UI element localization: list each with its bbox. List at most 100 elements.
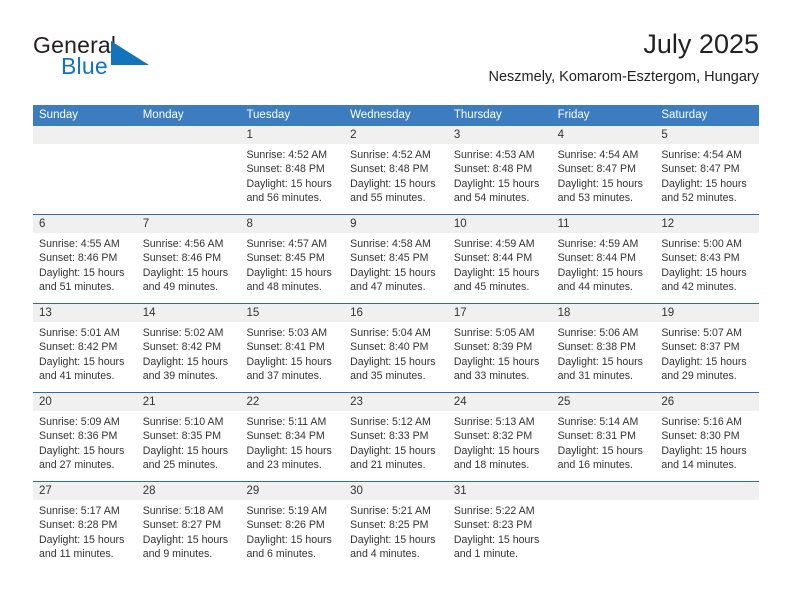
- day-detail-line: Daylight: 15 hours: [246, 266, 332, 279]
- day-detail-line: Daylight: 15 hours: [142, 533, 229, 546]
- day-detail-line: Sunrise: 5:13 AM: [453, 416, 535, 428]
- day-number[interactable]: 25: [552, 393, 656, 411]
- day-number[interactable]: 5: [655, 126, 759, 144]
- day-number[interactable]: 18: [552, 304, 656, 322]
- day-number[interactable]: 19: [655, 304, 759, 322]
- day-detail-line: Daylight: 15 hours: [142, 355, 229, 368]
- day-detail-line: Daylight: 15 hours: [142, 444, 229, 457]
- day-detail-line: Daylight: 15 hours: [661, 355, 747, 368]
- day-number[interactable]: 13: [33, 304, 137, 322]
- day-number[interactable]: 10: [448, 215, 552, 233]
- day-detail-line: Sunset: 8:44 PM: [453, 252, 533, 265]
- day-cell[interactable]: Sunrise: 5:21 AM Sunset: 8:25 PM Daylight:…: [344, 500, 448, 570]
- day-detail-line: Sunset: 8:27 PM: [142, 519, 222, 532]
- day-detail-line: and 6 minutes.: [246, 547, 316, 560]
- day-detail-line: Sunset: 8:46 PM: [142, 252, 222, 265]
- day-number[interactable]: 6: [33, 215, 137, 233]
- day-number[interactable]: 28: [137, 482, 241, 500]
- day-detail-line: Sunrise: 5:02 AM: [142, 327, 224, 339]
- day-number[interactable]: 2: [344, 126, 448, 144]
- day-cell[interactable]: Sunrise: 5:13 AM Sunset: 8:32 PM Daylight:…: [448, 411, 552, 481]
- day-cell[interactable]: Sunrise: 4:55 AM Sunset: 8:46 PM Daylight:…: [33, 233, 137, 303]
- day-cell[interactable]: Sunrise: 5:02 AM Sunset: 8:42 PM Daylight:…: [137, 322, 241, 392]
- day-number[interactable]: 22: [240, 393, 344, 411]
- day-cell[interactable]: Sunrise: 4:54 AM Sunset: 8:47 PM Daylight:…: [655, 144, 759, 214]
- day-number[interactable]: 21: [137, 393, 241, 411]
- day-detail-line: Sunset: 8:44 PM: [557, 252, 636, 265]
- day-detail-line: Daylight: 15 hours: [350, 444, 436, 457]
- day-cell[interactable]: Sunrise: 5:09 AM Sunset: 8:36 PM Daylight:…: [33, 411, 137, 481]
- day-cell[interactable]: Sunrise: 4:52 AM Sunset: 8:48 PM Daylight:…: [240, 144, 344, 214]
- day-number[interactable]: 31: [448, 482, 552, 500]
- day-cell[interactable]: Sunrise: 5:16 AM Sunset: 8:30 PM Daylight:…: [655, 411, 759, 481]
- day-cell[interactable]: Sunrise: 5:04 AM Sunset: 8:40 PM Daylight:…: [344, 322, 448, 392]
- calendar-week-row: 27 28 29 30 31 Sunrise: 5:17 AM Sunset: 8:28 P…: [33, 481, 759, 570]
- day-detail-line: and 42 minutes.: [661, 280, 737, 293]
- day-detail-line: Sunset: 8:38 PM: [557, 341, 636, 354]
- day-cell[interactable]: Sunrise: 4:52 AM Sunset: 8:48 PM Daylight:…: [344, 144, 448, 214]
- day-number[interactable]: 29: [240, 482, 344, 500]
- day-cell[interactable]: Sunrise: 5:10 AM Sunset: 8:35 PM Daylight:…: [137, 411, 241, 481]
- day-number[interactable]: 23: [344, 393, 448, 411]
- brand-name-blue: Blue: [61, 53, 108, 79]
- day-cell[interactable]: Sunrise: 5:22 AM Sunset: 8:23 PM Daylight:…: [448, 500, 552, 570]
- weekday-header-sunday: Sunday: [39, 109, 79, 121]
- day-cell[interactable]: Sunrise: 5:19 AM Sunset: 8:26 PM Daylight:…: [240, 500, 344, 570]
- day-number-band: 27 28 29 30 31: [33, 482, 759, 500]
- day-detail-line: and 18 minutes.: [453, 458, 530, 471]
- day-detail-line: Sunrise: 4:56 AM: [142, 238, 224, 250]
- day-cell[interactable]: Sunrise: 5:07 AM Sunset: 8:37 PM Daylight:…: [655, 322, 759, 392]
- day-number[interactable]: 11: [552, 215, 656, 233]
- day-detail-line: Sunrise: 5:11 AM: [246, 416, 327, 428]
- day-cell[interactable]: Sunrise: 5:17 AM Sunset: 8:28 PM Daylight:…: [33, 500, 137, 570]
- day-number[interactable]: 3: [448, 126, 552, 144]
- day-detail-line: Sunrise: 5:21 AM: [350, 505, 431, 517]
- day-cell[interactable]: Sunrise: 5:11 AM Sunset: 8:34 PM Daylight:…: [240, 411, 344, 481]
- day-cell[interactable]: Sunrise: 5:06 AM Sunset: 8:38 PM Daylight:…: [552, 322, 656, 392]
- day-cell[interactable]: Sunrise: 5:18 AM Sunset: 8:27 PM Daylight:…: [137, 500, 241, 570]
- day-number[interactable]: 1: [240, 126, 344, 144]
- day-number[interactable]: 24: [448, 393, 552, 411]
- day-detail-line: Sunset: 8:46 PM: [39, 252, 118, 265]
- day-detail-line: Sunrise: 5:22 AM: [453, 505, 535, 517]
- day-cell[interactable]: Sunrise: 5:00 AM Sunset: 8:43 PM Daylight:…: [655, 233, 759, 303]
- day-detail-line: and 14 minutes.: [661, 458, 737, 471]
- day-number[interactable]: 12: [655, 215, 759, 233]
- day-detail-line: and 1 minute.: [453, 547, 519, 560]
- day-number[interactable]: 26: [655, 393, 759, 411]
- day-cell[interactable]: Sunrise: 5:01 AM Sunset: 8:42 PM Daylight:…: [33, 322, 137, 392]
- day-cell[interactable]: Sunrise: 4:57 AM Sunset: 8:45 PM Daylight:…: [240, 233, 344, 303]
- day-number[interactable]: 4: [552, 126, 656, 144]
- day-detail-line: Sunset: 8:41 PM: [246, 341, 325, 354]
- day-cell[interactable]: Sunrise: 5:05 AM Sunset: 8:39 PM Daylight:…: [448, 322, 552, 392]
- day-detail-line: Sunrise: 4:54 AM: [557, 149, 639, 161]
- day-cell[interactable]: Sunrise: 4:58 AM Sunset: 8:45 PM Daylight:…: [344, 233, 448, 303]
- day-cell[interactable]: Sunrise: 4:53 AM Sunset: 8:48 PM Daylight:…: [448, 144, 552, 214]
- day-detail-line: and 44 minutes.: [557, 280, 633, 293]
- weekday-header-wednesday: Wednesday: [350, 109, 411, 121]
- day-detail-line: Sunset: 8:32 PM: [453, 430, 533, 443]
- day-cell[interactable]: Sunrise: 4:59 AM Sunset: 8:44 PM Daylight:…: [552, 233, 656, 303]
- day-number[interactable]: 15: [240, 304, 344, 322]
- triangle-flag-icon: [109, 39, 151, 77]
- calendar-week-row: 6 7 8 9 10 11 12 Sunrise: 4:55 AM Sunset: 8:46 P…: [33, 214, 759, 303]
- day-cell[interactable]: Sunrise: 4:56 AM Sunset: 8:46 PM Daylight:…: [137, 233, 241, 303]
- day-number[interactable]: 30: [344, 482, 448, 500]
- day-number[interactable]: 7: [137, 215, 241, 233]
- day-cell[interactable]: Sunrise: 4:59 AM Sunset: 8:44 PM Daylight:…: [448, 233, 552, 303]
- day-cell[interactable]: Sunrise: 5:12 AM Sunset: 8:33 PM Daylight:…: [344, 411, 448, 481]
- day-detail-line: Sunrise: 5:03 AM: [246, 327, 328, 339]
- calendar-page: General Blue July 2025 Neszmely, Komarom…: [0, 0, 792, 612]
- day-cell[interactable]: Sunrise: 5:03 AM Sunset: 8:41 PM Daylight:…: [240, 322, 344, 392]
- day-number[interactable]: 16: [344, 304, 448, 322]
- day-number[interactable]: 9: [344, 215, 448, 233]
- day-number[interactable]: 20: [33, 393, 137, 411]
- day-detail-line: Sunrise: 5:09 AM: [39, 416, 120, 428]
- day-number[interactable]: 17: [448, 304, 552, 322]
- day-cell[interactable]: Sunrise: 5:14 AM Sunset: 8:31 PM Daylight:…: [552, 411, 656, 481]
- day-number[interactable]: 27: [33, 482, 137, 500]
- day-cell[interactable]: Sunrise: 4:54 AM Sunset: 8:47 PM Daylight:…: [552, 144, 656, 214]
- day-number[interactable]: 8: [240, 215, 344, 233]
- day-number[interactable]: 14: [137, 304, 241, 322]
- day-detail-line: and 41 minutes.: [39, 369, 115, 382]
